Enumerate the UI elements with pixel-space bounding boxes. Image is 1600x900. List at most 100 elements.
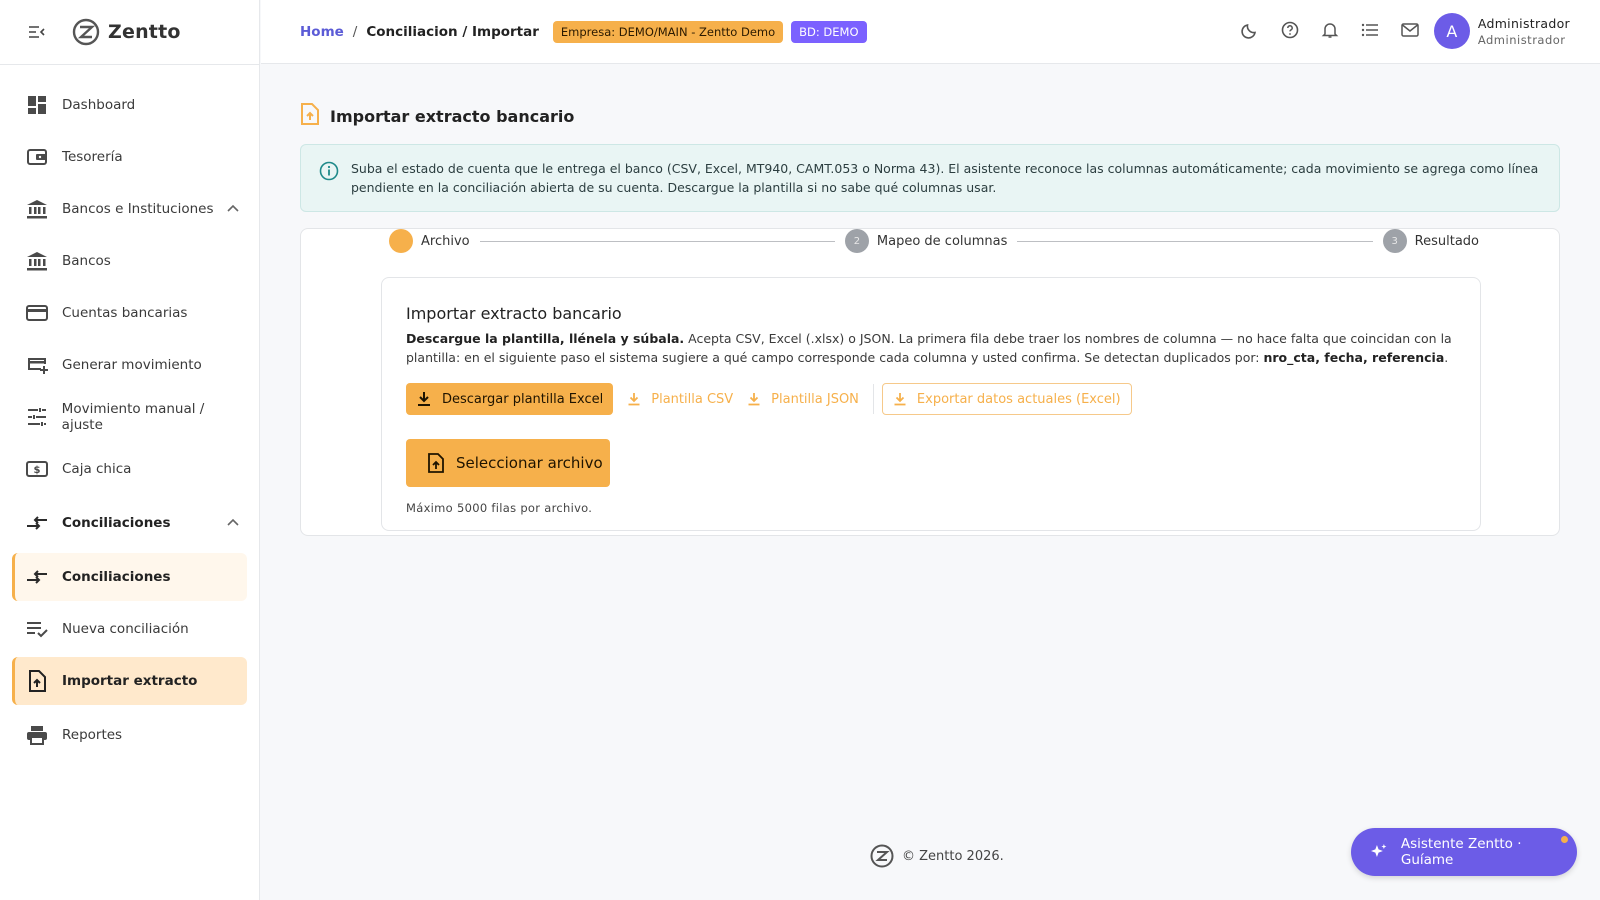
bell-icon[interactable] bbox=[1320, 20, 1340, 40]
sidebar-item-label: Bancos bbox=[62, 253, 111, 269]
import-wizard-card: Archivo 2 Mapeo de columnas 3 Resultado … bbox=[300, 228, 1560, 536]
step-1-indicator bbox=[389, 229, 413, 253]
dashboard-icon bbox=[26, 94, 48, 116]
button-label: Plantilla JSON bbox=[771, 391, 859, 407]
step-connector bbox=[479, 240, 835, 242]
sidebar-item-dashboard[interactable]: Dashboard bbox=[12, 81, 247, 129]
download-icon bbox=[894, 393, 906, 406]
wallet-icon bbox=[26, 146, 48, 168]
stepper: Archivo 2 Mapeo de columnas 3 Resultado bbox=[389, 229, 1479, 253]
step-3-label: Resultado bbox=[1414, 233, 1480, 249]
db-badge[interactable]: BD: DEMO bbox=[791, 20, 867, 43]
sidebar-header: Zentto bbox=[0, 0, 259, 65]
sidebar-item-label: Reportes bbox=[62, 727, 123, 743]
sidebar-item-importar-extracto[interactable]: Importar extracto bbox=[12, 657, 247, 705]
footer-copyright: © Zentto 2026. bbox=[902, 848, 1004, 864]
sidebar-item-label: Nueva conciliación bbox=[62, 621, 189, 637]
sidebar-nav: Dashboard Tesorería Bancos e Institucion… bbox=[0, 65, 259, 759]
notification-dot bbox=[1561, 836, 1568, 843]
chevron-up-icon bbox=[227, 518, 239, 526]
tune-icon bbox=[26, 406, 48, 428]
help-icon[interactable] bbox=[1280, 20, 1300, 40]
sidebar-item-label: Conciliaciones bbox=[62, 569, 171, 585]
step-2-label: Mapeo de columnas bbox=[876, 233, 1008, 249]
page-header: Importar extracto bancario bbox=[300, 100, 1560, 132]
playlist-check-icon bbox=[26, 618, 48, 640]
sidebar: Zentto Dashboard Tesorería Bancos e Inst… bbox=[0, 0, 260, 900]
step-1-label: Archivo bbox=[421, 233, 470, 249]
sidebar-item-cuentas-bancarias[interactable]: Cuentas bancarias bbox=[12, 289, 247, 337]
breadcrumb-separator: / bbox=[352, 23, 358, 40]
import-panel-title: Importar extracto bancario bbox=[406, 304, 622, 323]
button-label: Seleccionar archivo bbox=[456, 454, 603, 472]
button-label: Descargar plantilla Excel bbox=[442, 391, 604, 407]
sidebar-item-label: Movimiento manual / ajuste bbox=[61, 401, 205, 433]
sparkle-icon bbox=[1370, 844, 1387, 857]
printer-icon bbox=[26, 724, 48, 746]
zentto-logo-icon bbox=[870, 844, 894, 868]
sidebar-item-label: Conciliaciones bbox=[62, 515, 171, 531]
moon-icon[interactable] bbox=[1240, 20, 1260, 40]
info-alert-text: Suba el estado de cuenta que le entrega … bbox=[351, 161, 1539, 195]
sidebar-item-generar-movimiento[interactable]: Generar movimiento bbox=[12, 341, 247, 389]
export-current-data-button[interactable]: Exportar datos actuales (Excel) bbox=[881, 383, 1132, 415]
info-icon bbox=[319, 161, 339, 181]
main-content: Importar extracto bancario Suba el estad… bbox=[300, 100, 1560, 536]
sidebar-item-nueva-conciliacion[interactable]: Nueva conciliación bbox=[12, 605, 247, 653]
assistant-label: Asistente Zentto · Guíame bbox=[1400, 836, 1522, 868]
sidebar-item-tesoreria[interactable]: Tesorería bbox=[12, 133, 247, 181]
sidebar-item-conciliaciones-group[interactable]: Conciliaciones bbox=[12, 499, 247, 547]
download-icon bbox=[418, 392, 430, 406]
sidebar-item-label: Tesorería bbox=[62, 149, 123, 165]
sidebar-item-conciliaciones[interactable]: Conciliaciones bbox=[12, 553, 247, 601]
sidebar-item-label: Bancos e Instituciones bbox=[62, 201, 214, 217]
sidebar-item-label: Importar extracto bbox=[62, 673, 198, 689]
sidebar-item-movimiento-manual[interactable]: Movimiento manual / ajuste bbox=[12, 393, 247, 441]
file-upload-icon bbox=[300, 103, 320, 129]
step-2-indicator: 2 bbox=[844, 229, 869, 253]
import-panel: Importar extracto bancario Descargue la … bbox=[381, 277, 1481, 531]
download-excel-template-button[interactable]: Descargar plantilla Excel bbox=[406, 383, 614, 415]
page-title: Importar extracto bancario bbox=[330, 106, 575, 126]
zentto-logo-icon bbox=[72, 18, 100, 46]
collapse-menu-icon[interactable] bbox=[28, 23, 46, 41]
user-role: Administrador bbox=[1477, 32, 1566, 47]
button-label: Plantilla CSV bbox=[651, 391, 734, 407]
sidebar-item-bancos[interactable]: Bancos bbox=[12, 237, 247, 285]
download-icon bbox=[748, 393, 760, 406]
footer: © Zentto 2026. bbox=[870, 844, 1004, 868]
step-connector bbox=[1017, 240, 1373, 242]
list-icon[interactable] bbox=[1360, 20, 1380, 40]
json-template-button[interactable]: Plantilla JSON bbox=[747, 383, 859, 415]
compare-arrows-icon bbox=[26, 512, 48, 534]
breadcrumb-current: Conciliacion / Importar bbox=[366, 23, 539, 40]
file-upload-icon bbox=[26, 670, 48, 692]
mail-icon[interactable] bbox=[1400, 20, 1420, 40]
assistant-button[interactable]: Asistente Zentto · Guíame bbox=[1351, 828, 1577, 876]
select-file-button[interactable]: Seleccionar archivo bbox=[406, 439, 610, 487]
sidebar-item-caja-chica[interactable]: $ Caja chica bbox=[12, 445, 247, 493]
user-info: Administrador Administrador bbox=[1478, 16, 1570, 47]
breadcrumb: Home / Conciliacion / Importar Empresa: … bbox=[300, 20, 867, 43]
sidebar-item-bancos-instituciones[interactable]: Bancos e Instituciones bbox=[12, 185, 247, 233]
sidebar-item-label: Dashboard bbox=[62, 97, 136, 113]
import-panel-description: Descargue la plantilla, llénela y súbala… bbox=[406, 329, 1456, 367]
avatar[interactable]: A bbox=[1433, 13, 1470, 49]
bank-icon bbox=[26, 198, 48, 220]
description-end: . bbox=[1444, 350, 1449, 365]
brand-logo[interactable]: Zentto bbox=[72, 18, 181, 46]
compare-arrows-icon bbox=[26, 566, 48, 588]
template-buttons: Descargar plantilla Excel Plantilla CSV … bbox=[406, 383, 1456, 415]
sidebar-item-label: Caja chica bbox=[62, 461, 132, 477]
sidebar-item-reportes[interactable]: Reportes bbox=[12, 711, 247, 759]
divider bbox=[872, 384, 874, 414]
svg-text:$: $ bbox=[34, 465, 41, 476]
csv-template-button[interactable]: Plantilla CSV bbox=[627, 383, 733, 415]
step-3-indicator: 3 bbox=[1382, 229, 1407, 253]
sidebar-item-label: Generar movimiento bbox=[62, 357, 202, 373]
topbar: Home / Conciliacion / Importar Empresa: … bbox=[261, 0, 1600, 64]
user-menu[interactable]: A Administrador Administrador bbox=[1433, 13, 1570, 49]
company-badge[interactable]: Empresa: DEMO/MAIN - Zentto Demo bbox=[552, 20, 784, 43]
breadcrumb-home-link[interactable]: Home bbox=[300, 24, 344, 40]
credit-card-icon bbox=[26, 302, 48, 324]
